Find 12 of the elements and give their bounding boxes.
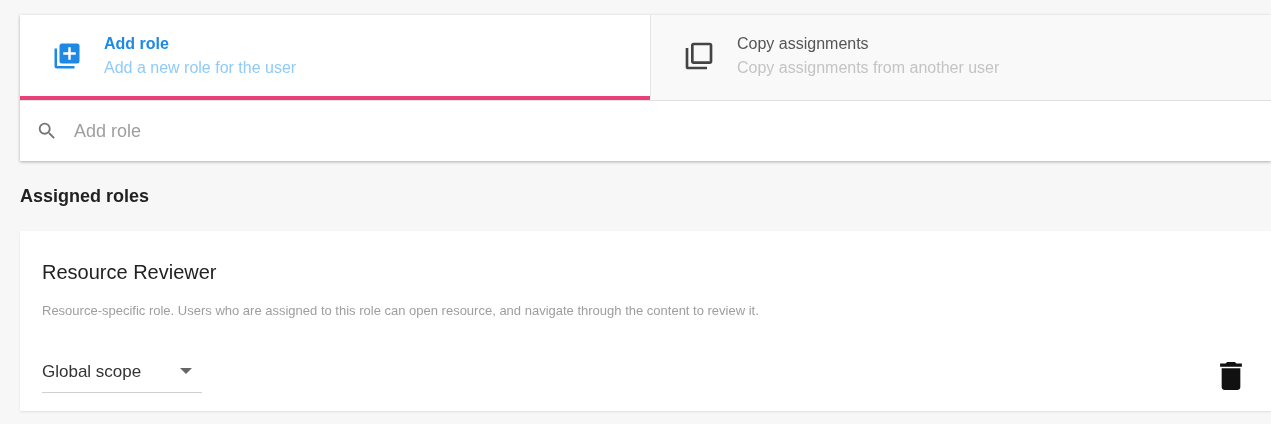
tab-title: Copy assignments — [737, 33, 870, 54]
trash-icon[interactable] — [1219, 361, 1243, 390]
role-name: Resource Reviewer — [42, 260, 218, 285]
tab[interactable]: Add role Add a new role for the user — [20, 15, 650, 100]
scope-dropdown[interactable]: Global scope — [42, 358, 202, 393]
tab-subtitle: Add a new role for the user — [104, 57, 297, 78]
search-icon — [36, 120, 58, 142]
tab-title: Add role — [104, 33, 170, 54]
search-field[interactable]: Add role — [74, 117, 674, 145]
section-title: Assigned roles — [20, 185, 151, 208]
caret-icon — [180, 368, 192, 375]
role-description: Resource-specific role. Users who are assigned to this role can open resource, and navigate through the content to review it. — [42, 302, 760, 320]
